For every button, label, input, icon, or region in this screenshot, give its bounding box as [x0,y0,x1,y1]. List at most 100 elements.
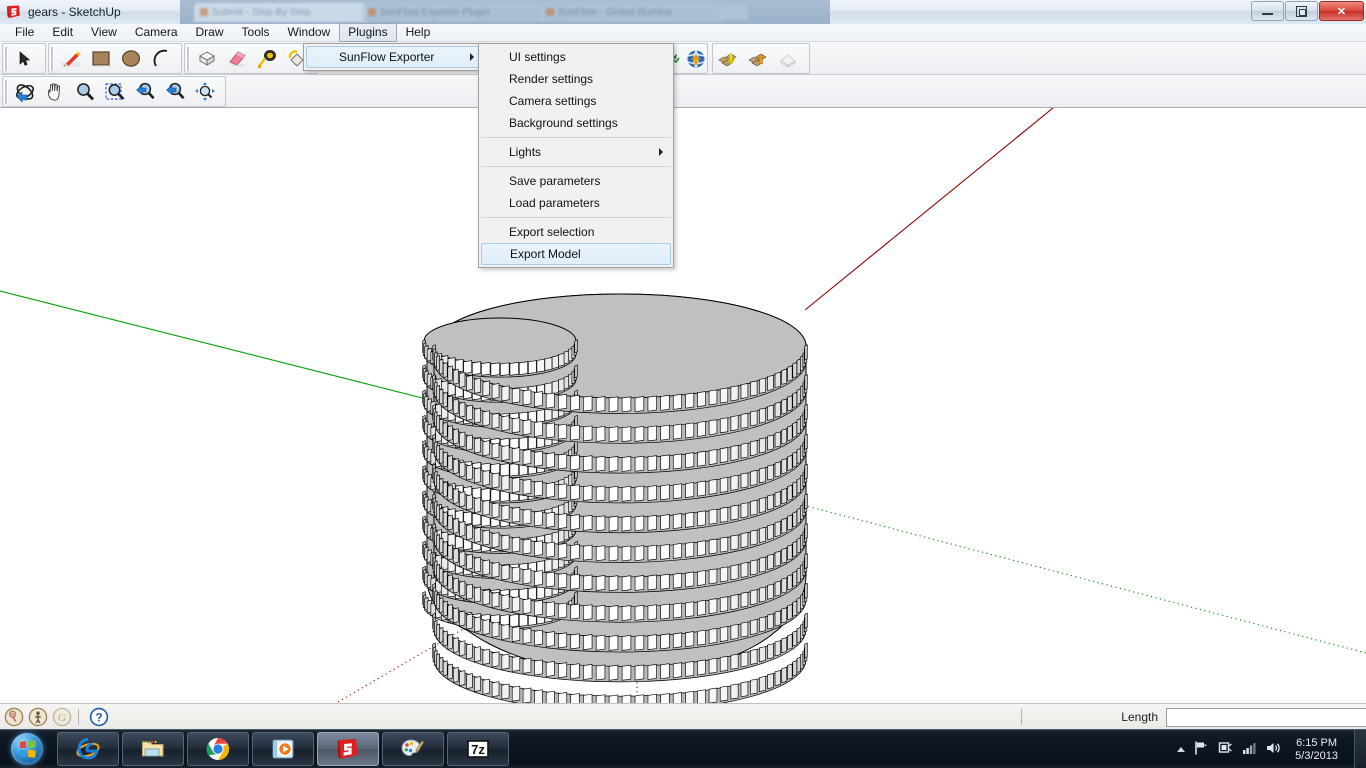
status-divider [78,709,79,725]
menu-item-load-parameters[interactable]: Load parameters [479,192,673,214]
background-new-tab-button [720,5,748,20]
start-button[interactable] [0,730,54,768]
menu-file[interactable]: File [6,23,43,42]
line-pencil-icon[interactable] [56,45,86,73]
toolbar-row-primary [0,42,1366,75]
person-status-icon[interactable] [28,707,48,727]
menu-camera[interactable]: Camera [126,23,187,42]
action-center-flag-icon[interactable] [1193,740,1209,759]
favicon-icon [200,8,208,16]
select-arrow-icon[interactable] [10,45,40,73]
taskbar-button-seven-zip[interactable]: 7z [447,732,509,766]
menu-item-label: Export selection [509,225,594,239]
green-axis-solid [0,291,450,405]
signal-bars-icon[interactable] [1241,740,1257,759]
taskbar-button-internet-explorer[interactable] [57,732,119,766]
status-divider [1021,709,1022,725]
menu-item-label: SunFlow Exporter [339,50,434,64]
menu-plugins[interactable]: Plugins [339,23,396,42]
menu-view[interactable]: View [82,23,126,42]
orbit-icon[interactable] [10,78,40,106]
drawing-viewport[interactable] [0,108,1366,703]
menu-draw[interactable]: Draw [187,23,233,42]
toolbar-grip[interactable] [4,80,8,104]
minimize-button[interactable] [1251,1,1284,21]
menu-item-ui-settings[interactable]: UI settings [479,46,673,68]
network-icon[interactable] [1217,740,1233,759]
download-model-icon[interactable] [713,45,743,73]
background-tab-label: SunFlow Exporter Plugin [380,7,490,18]
push-pull-icon[interactable] [192,45,222,73]
taskbar-button-windows-media-player[interactable] [252,732,314,766]
menu-tools[interactable]: Tools [233,23,279,42]
arc-icon[interactable] [146,45,176,73]
zoom-magnifier-icon[interactable] [70,78,100,106]
toolbar-grip[interactable] [4,47,8,71]
favicon-icon [546,8,554,16]
zoom-extents-icon[interactable] [190,78,220,106]
svg-text:7z: 7z [471,742,485,757]
sunflow-exporter-submenu: UI settings Render settings Camera setti… [478,43,674,268]
toolbar-group-select [2,43,46,74]
show-hidden-icons-icon[interactable] [1177,747,1185,752]
taskbar-button-google-chrome[interactable] [187,732,249,766]
restore-button[interactable] [1285,1,1318,21]
clock[interactable]: 6:15 PM 5/3/2013 [1289,737,1344,763]
next-view-icon[interactable] [160,78,190,106]
menu-edit[interactable]: Edit [43,23,82,42]
get-models-icon[interactable] [684,45,707,73]
eraser-icon[interactable] [222,45,252,73]
menu-item-lights[interactable]: Lights [479,141,673,163]
menu-item-label: UI settings [509,50,566,64]
upload-model-icon[interactable] [743,45,773,73]
sketchup-logo-icon [6,4,22,20]
menu-item-export-model[interactable]: Export Model [481,243,671,265]
tape-measure-icon[interactable] [252,45,282,73]
taskbar-button-windows-explorer[interactable] [122,732,184,766]
taskbar-button-sketchup[interactable] [317,732,379,766]
svg-text:?: ? [95,710,102,724]
background-browser-window: Submit - Step By Step SunFlow Exporter P… [180,0,830,24]
toolbar-grip[interactable] [186,47,190,71]
menu-item-label: Save parameters [509,174,600,188]
menu-item-render-settings[interactable]: Render settings [479,68,673,90]
taskbar-button-paint[interactable] [382,732,444,766]
menu-item-save-parameters[interactable]: Save parameters [479,170,673,192]
pan-hand-icon[interactable] [40,78,70,106]
background-browser-tab: SunFlow Exporter Plugin [362,3,544,22]
close-button[interactable]: ✕ [1319,1,1364,21]
toolbar-group-modify [184,43,318,74]
volume-speaker-icon[interactable] [1265,740,1281,759]
menu-bar: File Edit View Camera Draw Tools Window … [0,24,1366,42]
menu-window[interactable]: Window [279,23,340,42]
help-status-icon[interactable]: ? [89,707,109,727]
clock-time: 6:15 PM [1295,737,1338,750]
menu-item-label: Render settings [509,72,593,86]
menu-item-background-settings[interactable]: Background settings [479,112,673,134]
background-tab-label: Submit - Step By Step [212,7,310,18]
rectangle-icon[interactable] [86,45,116,73]
chevron-right-icon [659,148,663,156]
windows-start-orb-icon [11,733,43,765]
circle-icon[interactable] [116,45,146,73]
gear-stack-model [427,294,806,674]
background-browser-tab: Submit - Step By Step [194,3,366,22]
length-label: Length [1121,710,1166,724]
add-location-status-icon[interactable] [4,707,24,727]
model-info-icon[interactable] [773,45,803,73]
zoom-window-icon[interactable] [100,78,130,106]
show-desktop-button[interactable] [1354,730,1366,768]
toolbar-grip[interactable] [50,47,54,71]
menu-separator [481,137,671,138]
clock-date: 5/3/2013 [1295,750,1338,763]
previous-view-icon[interactable] [130,78,160,106]
menu-item-export-selection[interactable]: Export selection [479,221,673,243]
red-axis-solid [805,108,1053,310]
menu-item-sunflow-exporter[interactable]: SunFlow Exporter [306,46,485,68]
menu-help[interactable]: Help [397,23,440,42]
toolbar-row-secondary [0,75,1366,108]
green-axis-dotted [795,503,1366,653]
menu-item-camera-settings[interactable]: Camera settings [479,90,673,112]
google-status-icon[interactable]: G [52,707,72,727]
length-input[interactable] [1166,708,1366,727]
